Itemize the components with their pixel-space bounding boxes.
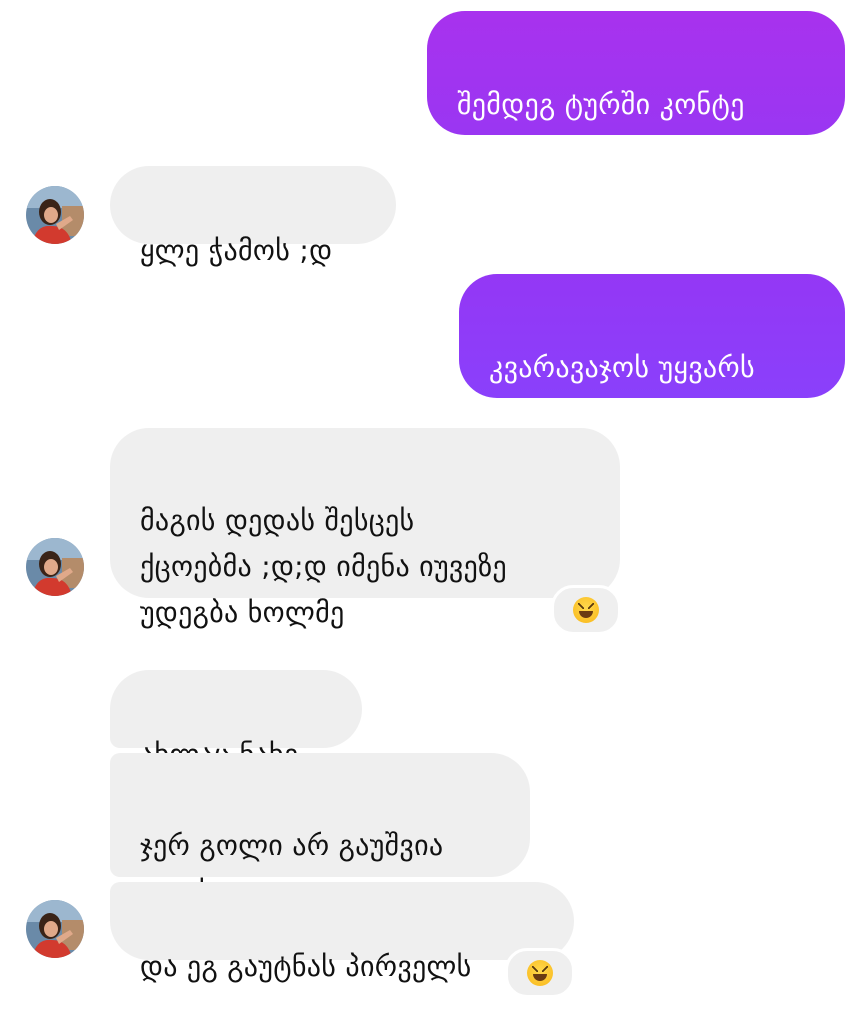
message-text: და ეგ გაუტნას პირველს: [140, 950, 472, 983]
message-text: მაგის დედას შესცეს ქცოებმა ;დ;დ იმენა იუ…: [140, 504, 507, 629]
contact-avatar[interactable]: [26, 538, 84, 596]
contact-avatar[interactable]: [26, 186, 84, 244]
outgoing-message-bubble[interactable]: შემდეგ ტურში კონტე ჩაუტარებს მოტას?: [427, 11, 845, 167]
grinning-squinting-face-icon: [527, 960, 553, 986]
grinning-squinting-face-icon: [573, 597, 599, 623]
message-text: კვარავაჯოს უყვარს გოლის გატანა: [489, 351, 755, 430]
contact-avatar[interactable]: [26, 900, 84, 958]
avatar-photo-icon: [26, 186, 84, 244]
message-text: შემდეგ ტურში კონტე ჩაუტარებს მოტას?: [457, 88, 745, 167]
message-reaction[interactable]: [505, 948, 575, 998]
message-reaction[interactable]: [551, 585, 621, 635]
incoming-message-bubble[interactable]: ჯერ გოლი არ გაუშვია იუვეს: [110, 753, 530, 908]
avatar-photo-icon: [26, 538, 84, 596]
incoming-message-bubble[interactable]: და ეგ გაუტნას პირველს: [110, 882, 574, 983]
incoming-message-bubble[interactable]: მაგის დედას შესცეს ქცოებმა ;დ;დ იმენა იუ…: [110, 428, 620, 629]
message-text: ყლე ჭამოს ;დ: [140, 234, 333, 267]
incoming-message-bubble[interactable]: ყლე ჭამოს ;დ: [110, 166, 396, 267]
outgoing-message-bubble[interactable]: კვარავაჯოს უყვარს გოლის გატანა: [459, 274, 845, 430]
incoming-message-bubble[interactable]: ახლაც ნახე: [110, 670, 362, 771]
avatar-photo-icon: [26, 900, 84, 958]
